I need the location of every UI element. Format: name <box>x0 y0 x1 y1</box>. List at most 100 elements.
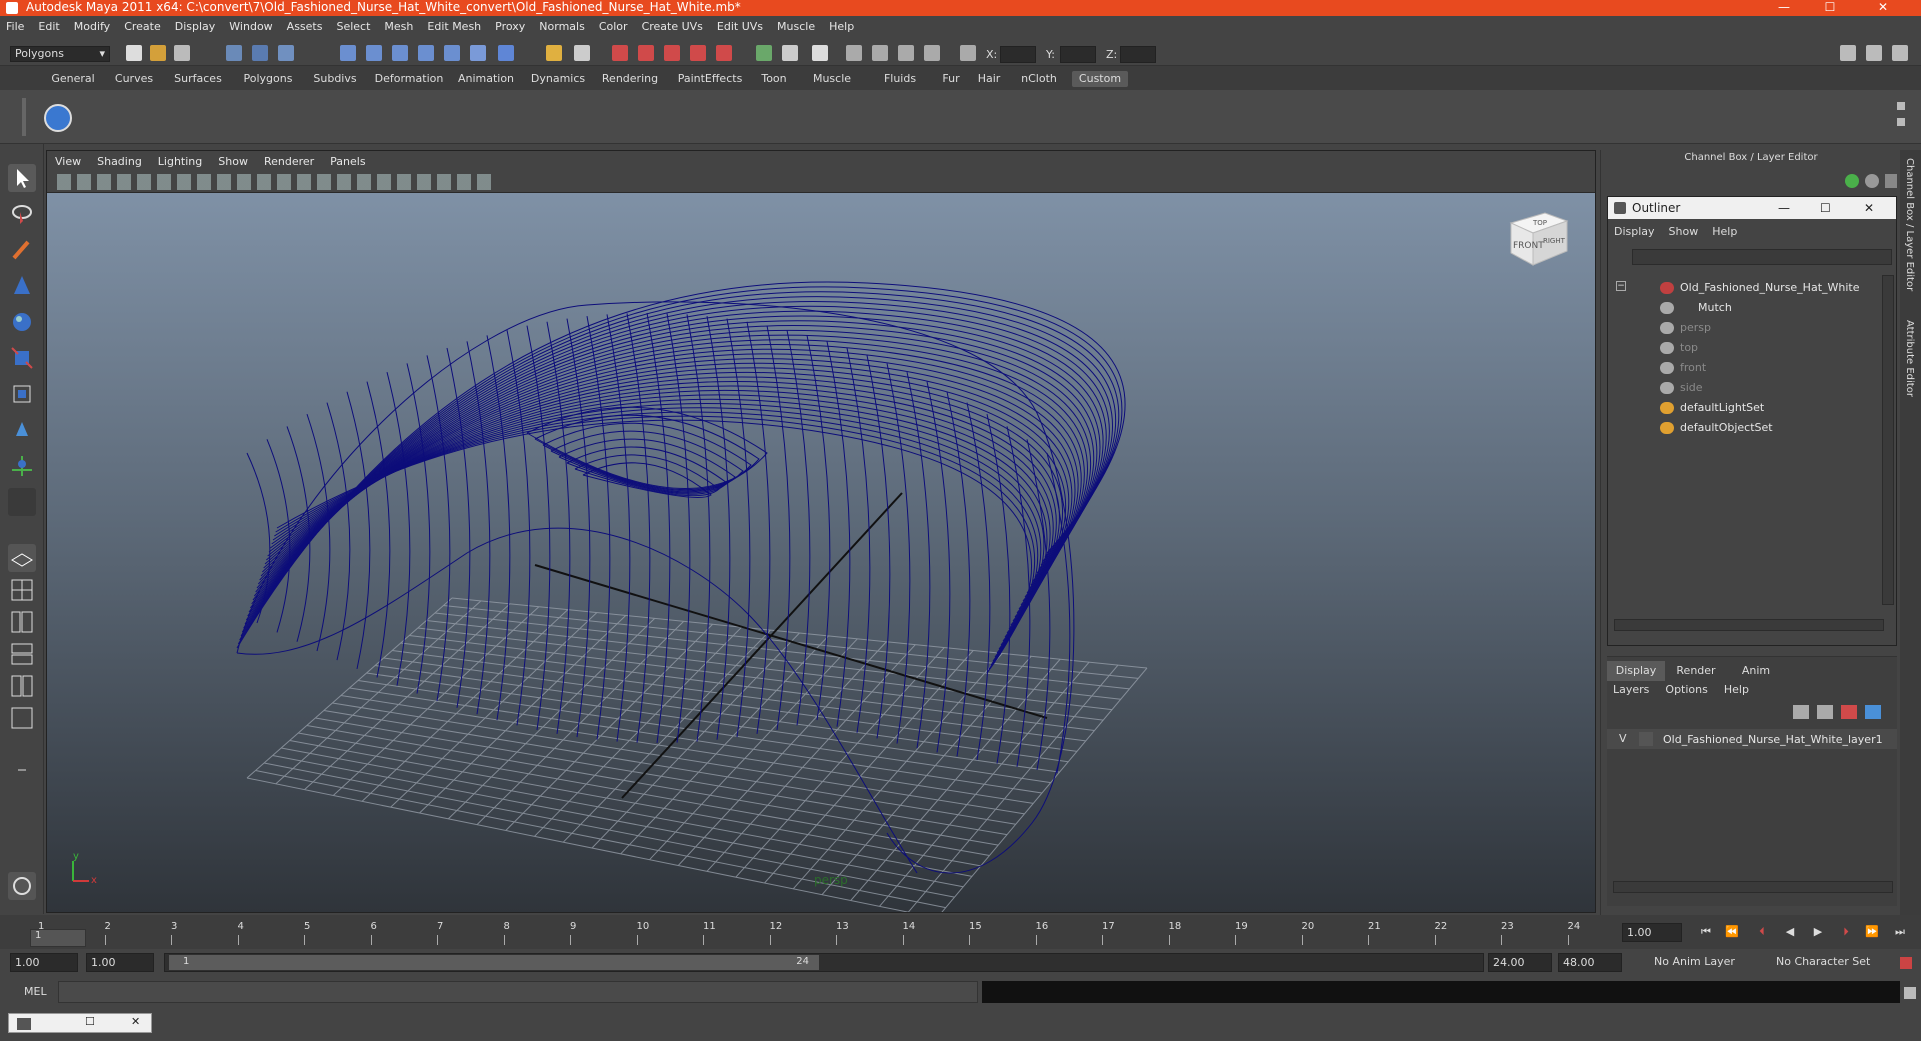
shelf-scroll-down-icon[interactable] <box>1897 118 1905 126</box>
menu-proxy[interactable]: Proxy <box>495 20 525 33</box>
go-to-start-icon[interactable]: ⏮ <box>1698 925 1714 939</box>
attribute-editor-icon[interactable] <box>1866 45 1882 61</box>
outliner-item[interactable]: Mutch <box>1698 301 1732 314</box>
snap-to-surface-icon[interactable] <box>470 45 486 61</box>
single-perspective-layout-icon[interactable] <box>8 544 36 572</box>
minimized-window[interactable]: ☐ ✕ <box>8 1013 152 1033</box>
shelf-tab-fluids[interactable]: Fluids <box>874 71 926 87</box>
save-scene-icon[interactable] <box>174 45 190 61</box>
graph-layout-icon[interactable] <box>8 704 36 732</box>
viewport-menu-lighting[interactable]: Lighting <box>158 155 202 168</box>
menu-create-uvs[interactable]: Create UVs <box>642 20 703 33</box>
layer-visibility-toggle[interactable]: V <box>1619 732 1627 745</box>
auto-key-icon[interactable] <box>1900 957 1912 969</box>
new-layer-selected-icon[interactable] <box>1817 705 1833 719</box>
viewport-menu-show[interactable]: Show <box>218 155 248 168</box>
layer-name[interactable]: Old_Fashioned_Nurse_Hat_White_layer1 <box>1663 733 1883 746</box>
menu-display[interactable]: Display <box>175 20 216 33</box>
input-line-icon[interactable] <box>756 45 772 61</box>
menu-file[interactable]: File <box>6 20 24 33</box>
shelf-tab-muscle[interactable]: Muscle <box>804 71 860 87</box>
checkmark-icon[interactable] <box>44 104 72 132</box>
viewport-menu-renderer[interactable]: Renderer <box>264 155 314 168</box>
close-button[interactable]: ✕ <box>1860 0 1906 16</box>
layer-tab-render[interactable]: Render <box>1667 661 1725 681</box>
panel-layout-icon[interactable] <box>1840 45 1856 61</box>
menu-window[interactable]: Window <box>229 20 272 33</box>
outliner-item[interactable]: defaultObjectSet <box>1680 421 1773 434</box>
character-set-dropdown[interactable]: No Character Set <box>1772 953 1878 972</box>
shelf-tab-toon[interactable]: Toon <box>754 71 794 87</box>
outliner-item[interactable]: side <box>1680 381 1703 394</box>
attribute-editor-toggle-icon[interactable] <box>812 45 828 61</box>
channel-box-toggle-icon[interactable] <box>1892 45 1908 61</box>
layer-editor-icon[interactable] <box>898 45 914 61</box>
show-hide-icon[interactable] <box>782 45 798 61</box>
command-language-label[interactable]: MEL <box>24 985 47 998</box>
layer-tab-anim[interactable]: Anim <box>1727 661 1785 681</box>
shelf-tab-deformation[interactable]: Deformation <box>370 71 448 87</box>
outliner-item[interactable]: top <box>1680 341 1698 354</box>
menu-modify[interactable]: Modify <box>74 20 110 33</box>
menu-set-selector[interactable]: Polygons ▾ <box>10 46 110 62</box>
help-query-icon[interactable] <box>498 45 514 61</box>
viewport-toolbar-icons[interactable] <box>57 174 497 190</box>
menu-edit[interactable]: Edit <box>38 20 59 33</box>
four-view-layout-icon[interactable] <box>8 576 36 604</box>
select-by-component-icon[interactable] <box>278 45 294 61</box>
menu-assets[interactable]: Assets <box>287 20 323 33</box>
range-slider-handle[interactable]: 1 24 <box>169 955 819 970</box>
animation-end-field[interactable]: 48.00 <box>1558 953 1622 972</box>
shelf-tab-animation[interactable]: Animation <box>454 71 518 87</box>
select-tool-icon[interactable] <box>8 164 36 192</box>
shelf-tab-polygons[interactable]: Polygons <box>238 71 298 87</box>
snap-to-point-icon[interactable] <box>392 45 408 61</box>
minimize-button[interactable]: — <box>1761 0 1807 16</box>
lock-icon[interactable] <box>546 45 562 61</box>
outliner-toggle-icon[interactable] <box>924 45 940 61</box>
show-manipulator-icon[interactable] <box>8 452 36 480</box>
animation-start-field[interactable]: 1.00 <box>10 953 78 972</box>
open-scene-icon[interactable] <box>150 45 166 61</box>
outliner-item[interactable]: persp <box>1680 321 1711 334</box>
layer-horizontal-scrollbar[interactable] <box>1613 881 1893 893</box>
toolbox-collapse-icon[interactable] <box>8 756 36 784</box>
menu-edit-uvs[interactable]: Edit UVs <box>717 20 763 33</box>
shelf-tab-painteffects[interactable]: PaintEffects <box>674 71 746 87</box>
snapshot-icon[interactable] <box>8 872 36 900</box>
snap-to-curve-icon[interactable] <box>366 45 382 61</box>
time-slider[interactable]: 1 2 3 4 5 6 7 8 9 10 11 12 13 14 15 16 17 18 19 20 21 22 23 24 … <box>0 915 1921 949</box>
shelf-tab-general[interactable]: General <box>48 71 98 87</box>
range-slider-track[interactable]: 1 24 <box>164 953 1484 972</box>
step-forward-key-icon[interactable]: ⏩ <box>1864 925 1880 939</box>
channel-options-icon[interactable] <box>1865 174 1879 188</box>
select-by-hierarchy-icon[interactable] <box>226 45 242 61</box>
play-forwards-icon[interactable]: ▶ <box>1810 925 1826 939</box>
menu-normals[interactable]: Normals <box>539 20 585 33</box>
minimized-close-button[interactable]: ✕ <box>131 1015 140 1028</box>
layer-menu-options[interactable]: Options <box>1665 683 1707 696</box>
shelf-tab-hair[interactable]: Hair <box>972 71 1006 87</box>
go-to-end-icon[interactable]: ⏭ <box>1892 925 1908 939</box>
z-coordinate-field[interactable] <box>1120 46 1156 63</box>
shelf-tab-curves[interactable]: Curves <box>110 71 158 87</box>
shelf-tab-subdivs[interactable]: Subdivs <box>308 71 362 87</box>
paint-select-tool-icon[interactable] <box>8 236 36 264</box>
layer-menu-layers[interactable]: Layers <box>1613 683 1649 696</box>
y-coordinate-field[interactable] <box>1060 46 1096 63</box>
anim-layer-dropdown[interactable]: No Anim Layer <box>1650 953 1756 972</box>
menu-create[interactable]: Create <box>124 20 161 33</box>
persp-outliner-layout-icon[interactable] <box>8 608 36 636</box>
shelf-scroll-up-icon[interactable] <box>1897 102 1905 110</box>
persp-graph-layout-icon[interactable] <box>8 640 36 668</box>
layer-tab-display[interactable]: Display <box>1607 661 1665 681</box>
shelf-tab-dynamics[interactable]: Dynamics <box>528 71 588 87</box>
channel-box-side-tab[interactable]: Channel Box / Layer Editor <box>1904 158 1915 291</box>
maximize-button[interactable]: ☐ <box>1807 0 1853 16</box>
construction-history-icon[interactable] <box>574 45 590 61</box>
step-forward-frame-icon[interactable]: ⏵ <box>1838 925 1854 939</box>
viewcube[interactable]: FRONT RIGHT TOP <box>1505 203 1573 271</box>
last-tool-icon[interactable] <box>8 488 36 516</box>
shelf-tab-rendering[interactable]: Rendering <box>596 71 664 87</box>
render-settings-icon[interactable] <box>664 45 680 61</box>
